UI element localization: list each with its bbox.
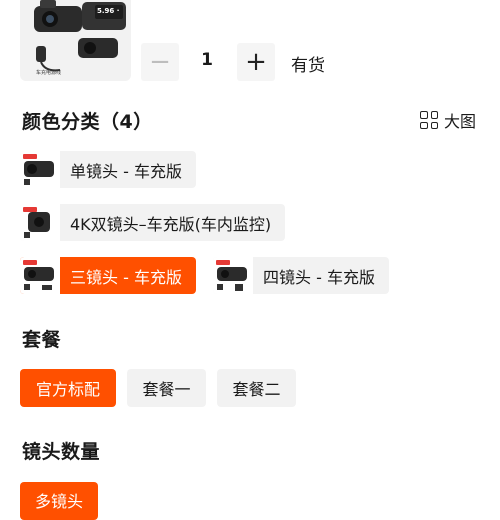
package-section-title: 套餐 bbox=[22, 329, 62, 351]
option-label: 三镜头 - 车充版 bbox=[70, 267, 182, 287]
quantity-increase-button[interactable]: + bbox=[237, 43, 275, 81]
minus-icon: − bbox=[149, 47, 171, 77]
color-section-title: 颜色分类（4） bbox=[22, 111, 153, 133]
option-label: 单镜头 - 车充版 bbox=[70, 161, 182, 181]
thumb-screen-text: 5.96 · bbox=[97, 7, 120, 15]
plus-icon: + bbox=[245, 47, 267, 77]
option-thumbnail bbox=[20, 151, 60, 188]
quantity-value[interactable]: 1 bbox=[195, 50, 219, 70]
package-option-official[interactable]: 官方标配 bbox=[20, 369, 116, 407]
stock-status: 有货 bbox=[291, 56, 325, 76]
color-option-triple-lens[interactable]: 三镜头 - 车充版 bbox=[20, 257, 196, 294]
big-view-button[interactable]: 大图 bbox=[420, 108, 476, 132]
option-label: 四镜头 - 车充版 bbox=[263, 267, 375, 287]
grid-icon bbox=[420, 111, 438, 129]
option-thumbnail bbox=[213, 257, 253, 294]
option-thumbnail bbox=[20, 257, 60, 294]
option-thumbnail bbox=[20, 204, 60, 241]
color-option-4k-dual-lens[interactable]: 4K双镜头–车充版(车内监控) bbox=[20, 204, 286, 241]
package-option-two[interactable]: 套餐二 bbox=[217, 369, 296, 407]
product-thumbnail[interactable]: 5.96 · 车充电源线 bbox=[20, 0, 131, 81]
color-option-single-lens[interactable]: 单镜头 - 车充版 bbox=[20, 151, 196, 188]
quantity-decrease-button[interactable]: − bbox=[141, 43, 179, 81]
big-view-label: 大图 bbox=[444, 112, 477, 131]
thumb-caption: 车充电源线 bbox=[36, 70, 62, 76]
lens-count-option-multi[interactable]: 多镜头 bbox=[20, 482, 99, 520]
lens-count-section-title: 镜头数量 bbox=[22, 441, 101, 463]
package-option-one[interactable]: 套餐一 bbox=[127, 369, 206, 407]
color-option-quad-lens[interactable]: 四镜头 - 车充版 bbox=[213, 257, 389, 294]
option-label: 4K双镜头–车充版(车内监控) bbox=[70, 214, 272, 234]
